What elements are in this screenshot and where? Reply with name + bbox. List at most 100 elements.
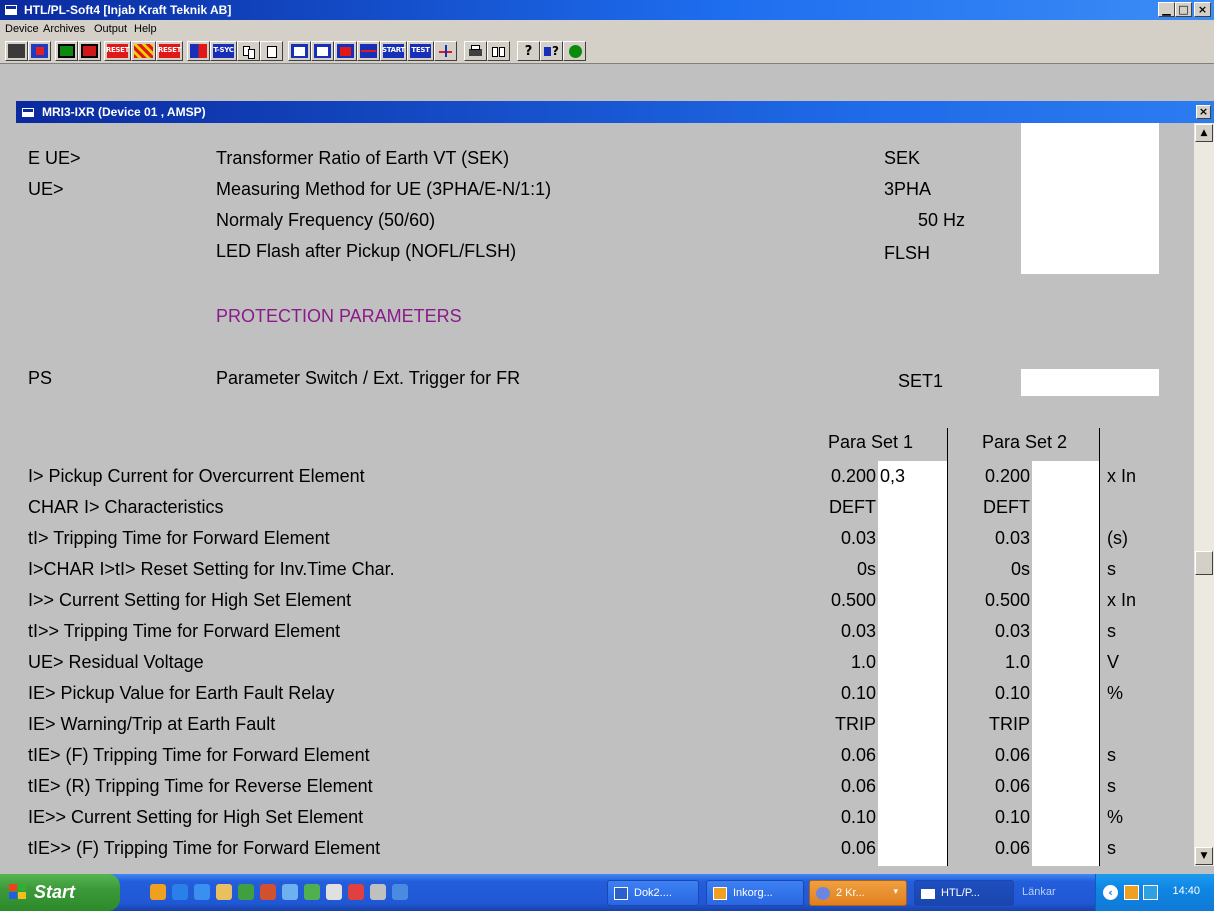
parameter-list: ▬▬▬▬▬▬▬▬▬▬▬▬▬▬▬▬▬▬▬▬▬▬▬▬▬ E UE> Transfor…	[16, 123, 1194, 866]
para-set-2-edit-column[interactable]	[1032, 461, 1099, 866]
close-button[interactable]: ×	[1194, 2, 1211, 17]
quicklaunch-app-icon[interactable]	[282, 884, 298, 900]
quicklaunch-browser-icon[interactable]	[194, 884, 210, 900]
reset-all-button[interactable]: RESET	[156, 41, 183, 61]
test-button[interactable]: TEST	[407, 41, 434, 61]
quicklaunch-app-icon[interactable]	[370, 884, 386, 900]
param-set2-value: 0.10	[994, 807, 1030, 827]
header-divider	[1099, 428, 1100, 458]
param-set1-value: 0.500	[830, 590, 876, 610]
param-description: tIE> (F) Tripping Time for Forward Eleme…	[28, 745, 370, 765]
start-button[interactable]: Start	[0, 874, 120, 911]
quicklaunch-ie-icon[interactable]	[172, 884, 188, 900]
param-set2-value: 0.10	[994, 683, 1030, 703]
param-unit: s	[1107, 838, 1116, 858]
open-device-icon[interactable]	[5, 41, 28, 61]
menu-bar: Device Archives Output Help	[0, 20, 1214, 38]
maximize-button[interactable]: □	[1175, 2, 1192, 17]
about-icon[interactable]	[563, 41, 586, 61]
outlook-icon	[713, 887, 727, 900]
param-set2-value: 0.06	[994, 745, 1030, 765]
waveform-icon[interactable]	[357, 41, 380, 61]
scroll-up-icon[interactable]: ▲	[1195, 124, 1213, 142]
setting-description: Transformer Ratio of Earth VT (SEK)	[216, 148, 510, 168]
quicklaunch-app-icon[interactable]	[348, 884, 364, 900]
red-device-icon[interactable]	[78, 41, 101, 61]
scrolled-off-row: ▬▬▬▬▬▬▬▬▬▬▬▬▬▬▬▬▬▬▬▬▬▬▬▬▬	[216, 123, 666, 125]
scroll-down-icon[interactable]: ▼	[1195, 847, 1213, 865]
para-set-1-header: Para Set 1	[828, 432, 914, 452]
upload-icon[interactable]	[311, 41, 334, 61]
quicklaunch-app-icon[interactable]	[238, 884, 254, 900]
minimize-button[interactable]: ▁	[1158, 2, 1175, 17]
tsyc-button[interactable]: T-SYC	[210, 41, 237, 61]
task-word[interactable]: Dok2....	[607, 880, 699, 906]
param-description: I>> Current Setting for High Set Element	[28, 590, 352, 610]
task-htl-soft[interactable]: HTL/P...	[914, 880, 1014, 906]
child-window-title: MRI3-IXR (Device 01 , AMSP)	[42, 105, 206, 119]
param-unit: s	[1107, 559, 1116, 579]
child-close-button[interactable]: ×	[1196, 105, 1211, 119]
compare-icon[interactable]	[187, 41, 210, 61]
download-icon[interactable]	[288, 41, 311, 61]
quicklaunch-outlook-icon[interactable]	[150, 884, 166, 900]
print-preview-icon[interactable]	[487, 41, 510, 61]
quicklaunch-folder-icon[interactable]	[216, 884, 232, 900]
green-device-icon[interactable]	[55, 41, 78, 61]
quicklaunch-app-icon[interactable]	[260, 884, 276, 900]
quicklaunch-app-icon[interactable]	[392, 884, 408, 900]
param-unit: s	[1107, 745, 1116, 765]
app-title-bar[interactable]: HTL/PL-Soft4 [Injab Kraft Teknik AB] ▁ □…	[0, 0, 1214, 20]
word-icon	[614, 887, 628, 900]
param-set1-value: DEFT	[829, 497, 876, 517]
param-set2-value: 1.0	[1004, 652, 1030, 672]
system-tray: ‹ 14:40	[1095, 874, 1214, 911]
tray-outlook-icon[interactable]	[1124, 885, 1139, 900]
reset-flash-icon[interactable]	[131, 41, 156, 61]
paste-icon[interactable]	[260, 41, 283, 61]
task-outlook[interactable]: Inkorg...	[706, 880, 804, 906]
param-unit: %	[1107, 683, 1124, 703]
device-connect-icon[interactable]	[28, 41, 51, 61]
context-help-icon[interactable]: ?	[540, 41, 563, 61]
param-set1-value: 0.10	[840, 807, 876, 827]
param-set1-input[interactable]: 0,3	[880, 466, 905, 487]
transfer-icon[interactable]	[334, 41, 357, 61]
start-button[interactable]: START	[380, 41, 407, 61]
param-description: IE> Warning/Trip at Earth Fault	[28, 714, 276, 734]
menu-output[interactable]: Output	[94, 23, 127, 35]
vertical-scrollbar[interactable]: ▲ ▼	[1194, 123, 1214, 866]
settings-input-column[interactable]	[1021, 123, 1159, 274]
param-set1-value: 0s	[856, 559, 876, 579]
help-icon[interactable]: ?	[517, 41, 540, 61]
param-set1-value: 0.03	[840, 528, 876, 548]
param-set1-value: 0.06	[840, 745, 876, 765]
ps-description: Parameter Switch / Ext. Trigger for FR	[216, 368, 521, 388]
param-set1-value: 0.06	[840, 776, 876, 796]
menu-help[interactable]: Help	[134, 23, 157, 35]
menu-archives[interactable]: Archives	[43, 23, 85, 35]
browser-icon	[816, 887, 830, 900]
child-window-title-bar[interactable]: MRI3-IXR (Device 01 , AMSP) ×	[16, 101, 1214, 123]
param-description: UE> Residual Voltage	[28, 652, 204, 672]
task-browser-group[interactable]: 2 Kr... ▾	[809, 880, 907, 906]
app-icon	[4, 4, 18, 16]
app-title: HTL/PL-Soft4 [Injab Kraft Teknik AB]	[24, 3, 232, 17]
param-unit: x In	[1107, 466, 1137, 486]
reset-button[interactable]: RESET	[104, 41, 131, 61]
trip-circuit-icon[interactable]	[434, 41, 457, 61]
param-description: tI> Tripping Time for Forward Element	[28, 528, 330, 548]
scroll-thumb[interactable]	[1195, 551, 1213, 575]
tray-network-icon[interactable]	[1143, 885, 1158, 900]
copy-icon[interactable]	[237, 41, 260, 61]
param-description: IE> Pickup Value for Earth Fault Relay	[28, 683, 335, 703]
setting-description: Measuring Method for UE (3PHA/E-N/1:1)	[216, 179, 552, 199]
ps-input[interactable]	[1021, 369, 1159, 396]
tray-expand-icon[interactable]: ‹	[1103, 885, 1118, 900]
print-icon[interactable]	[464, 41, 487, 61]
links-toolbar[interactable]: Länkar	[1022, 886, 1056, 898]
quicklaunch-app-icon[interactable]	[304, 884, 320, 900]
setting-code: E UE>	[28, 148, 81, 168]
menu-device[interactable]: Device	[5, 23, 39, 35]
quicklaunch-app-icon[interactable]	[326, 884, 342, 900]
